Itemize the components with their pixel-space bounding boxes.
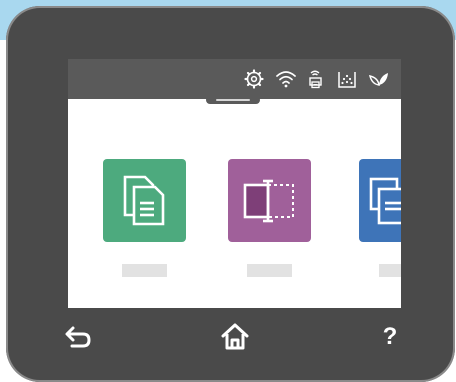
home-button[interactable] (217, 319, 253, 355)
status-bar (68, 59, 401, 99)
app-tile-id-copy[interactable] (228, 159, 311, 242)
home-icon (221, 323, 249, 350)
copy-icon (123, 175, 165, 226)
app-label-copy (122, 264, 167, 277)
help-icon: ? (382, 323, 398, 350)
eco-icon[interactable] (368, 68, 390, 90)
settings-icon[interactable] (243, 68, 265, 90)
wifi-direct-icon[interactable] (304, 68, 326, 90)
supplies-icon[interactable] (336, 68, 358, 90)
wifi-icon[interactable] (275, 68, 297, 90)
id-copy-icon (243, 179, 294, 223)
back-icon (65, 326, 91, 348)
touch-screen (68, 59, 401, 308)
back-button[interactable] (61, 319, 97, 355)
scan-icon (369, 177, 401, 225)
app-tile-scan[interactable] (359, 159, 401, 242)
notification-pull-handle[interactable] (206, 96, 260, 104)
app-label-scan (379, 264, 401, 277)
help-button[interactable]: ? (372, 319, 408, 355)
app-label-id-copy (247, 264, 292, 277)
app-tile-copy[interactable] (103, 159, 186, 242)
